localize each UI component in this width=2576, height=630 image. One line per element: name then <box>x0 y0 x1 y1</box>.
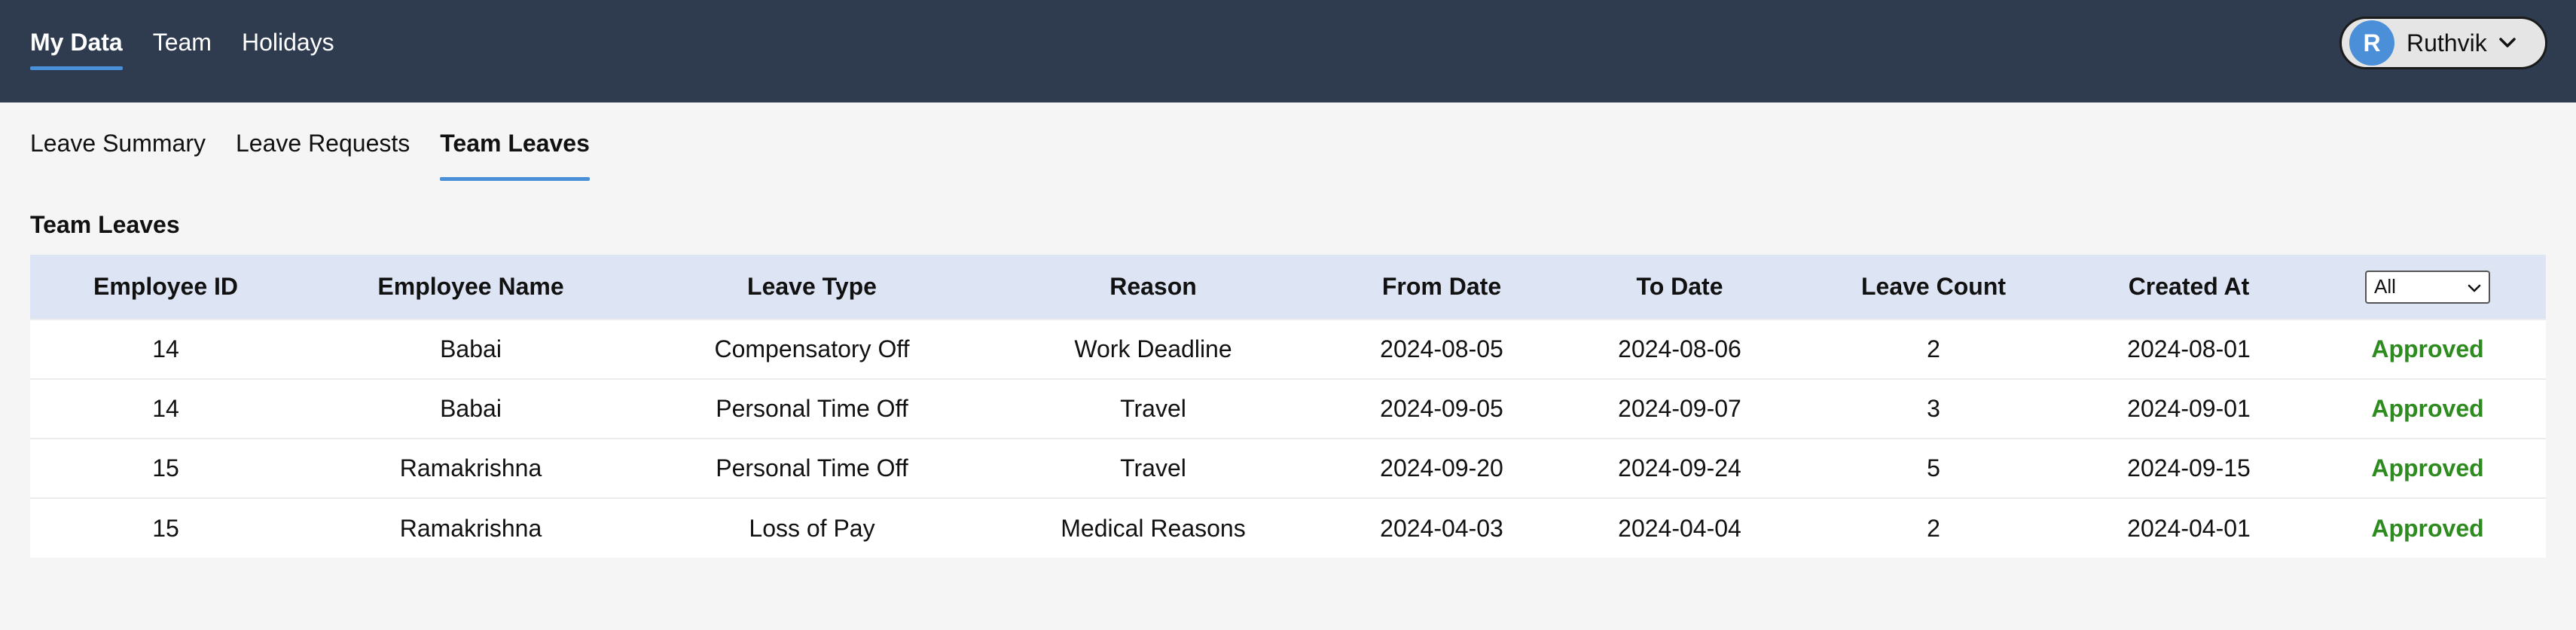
cell-employee-id: 14 <box>152 395 179 422</box>
cell-employee-id: 14 <box>152 335 179 362</box>
status-badge: Approved <box>2371 395 2484 422</box>
team-leaves-table-container: Employee ID Employee Name Leave Type Rea… <box>30 255 2546 558</box>
cell-from-date: 2024-08-05 <box>1380 335 1503 362</box>
nav-holidays[interactable]: Holidays <box>242 0 334 74</box>
nav-team[interactable]: Team <box>153 0 212 74</box>
cell-leave-type: Compensatory Off <box>714 335 910 362</box>
header-from-date[interactable]: From Date <box>1323 255 1561 320</box>
table-row: 15 Ramakrishna Personal Time Off Travel … <box>30 439 2546 498</box>
status-badge: Approved <box>2371 454 2484 482</box>
cell-to-date: 2024-09-24 <box>1618 454 1741 482</box>
top-navigation-bar: My Data Team Holidays R Ruthvik <box>0 0 2576 102</box>
cell-leave-type: Personal Time Off <box>716 454 908 482</box>
cell-leave-count: 5 <box>1927 454 1940 482</box>
cell-from-date: 2024-09-20 <box>1380 454 1503 482</box>
status-badge: Approved <box>2371 335 2484 362</box>
table-row: 15 Ramakrishna Loss of Pay Medical Reaso… <box>30 498 2546 558</box>
nav-my-data[interactable]: My Data <box>30 0 123 74</box>
table-row: 14 Babai Personal Time Off Travel 2024-0… <box>30 379 2546 439</box>
cell-leave-type: Loss of Pay <box>749 514 875 542</box>
header-status-filter: All <box>2309 255 2546 320</box>
cell-from-date: 2024-09-05 <box>1380 395 1503 422</box>
header-reason[interactable]: Reason <box>984 255 1323 320</box>
cell-employee-id: 15 <box>152 514 179 542</box>
cell-reason: Travel <box>1120 395 1186 422</box>
table-row: 14 Babai Compensatory Off Work Deadline … <box>30 320 2546 379</box>
cell-employee-id: 15 <box>152 454 179 482</box>
header-created-at[interactable]: Created At <box>2068 255 2309 320</box>
cell-employee-name: Babai <box>440 335 502 362</box>
team-leaves-table: Employee ID Employee Name Leave Type Rea… <box>30 255 2546 558</box>
cell-reason: Travel <box>1120 454 1186 482</box>
cell-created-at: 2024-09-15 <box>2127 454 2251 482</box>
cell-employee-name: Babai <box>440 395 502 422</box>
header-to-date[interactable]: To Date <box>1561 255 1799 320</box>
status-filter-value: All <box>2374 275 2396 298</box>
header-leave-count[interactable]: Leave Count <box>1799 255 2068 320</box>
cell-created-at: 2024-08-01 <box>2127 335 2251 362</box>
cell-leave-count: 2 <box>1927 335 1940 362</box>
header-employee-name[interactable]: Employee Name <box>301 255 640 320</box>
cell-reason: Medical Reasons <box>1061 514 1246 542</box>
cell-created-at: 2024-09-01 <box>2127 395 2251 422</box>
cell-leave-count: 3 <box>1927 395 1940 422</box>
user-name: Ruthvik <box>2407 29 2487 57</box>
section-title: Team Leaves <box>30 211 180 238</box>
user-menu-button[interactable]: R Ruthvik <box>2339 17 2547 69</box>
chevron-down-icon <box>2498 35 2516 51</box>
cell-reason: Work Deadline <box>1074 335 1232 362</box>
cell-leave-count: 2 <box>1927 514 1940 542</box>
cell-to-date: 2024-09-07 <box>1618 395 1741 422</box>
tab-leave-summary[interactable]: Leave Summary <box>30 130 206 179</box>
cell-employee-name: Ramakrishna <box>399 514 542 542</box>
sub-tabs: Leave Summary Leave Requests Team Leaves <box>30 130 620 181</box>
status-badge: Approved <box>2371 514 2484 542</box>
cell-to-date: 2024-08-06 <box>1618 335 1741 362</box>
tab-leave-requests[interactable]: Leave Requests <box>236 130 410 179</box>
tab-team-leaves[interactable]: Team Leaves <box>440 130 590 181</box>
main-nav: My Data Team Holidays <box>30 0 365 102</box>
header-employee-id[interactable]: Employee ID <box>30 255 301 320</box>
cell-to-date: 2024-04-04 <box>1618 514 1741 542</box>
avatar: R <box>2349 20 2394 66</box>
cell-employee-name: Ramakrishna <box>399 454 542 482</box>
status-filter-select[interactable]: All <box>2365 270 2490 304</box>
cell-leave-type: Personal Time Off <box>716 395 908 422</box>
table-header-row: Employee ID Employee Name Leave Type Rea… <box>30 255 2546 320</box>
cell-from-date: 2024-04-03 <box>1380 514 1503 542</box>
chevron-down-icon <box>2468 275 2481 298</box>
header-leave-type[interactable]: Leave Type <box>640 255 984 320</box>
cell-created-at: 2024-04-01 <box>2127 514 2251 542</box>
